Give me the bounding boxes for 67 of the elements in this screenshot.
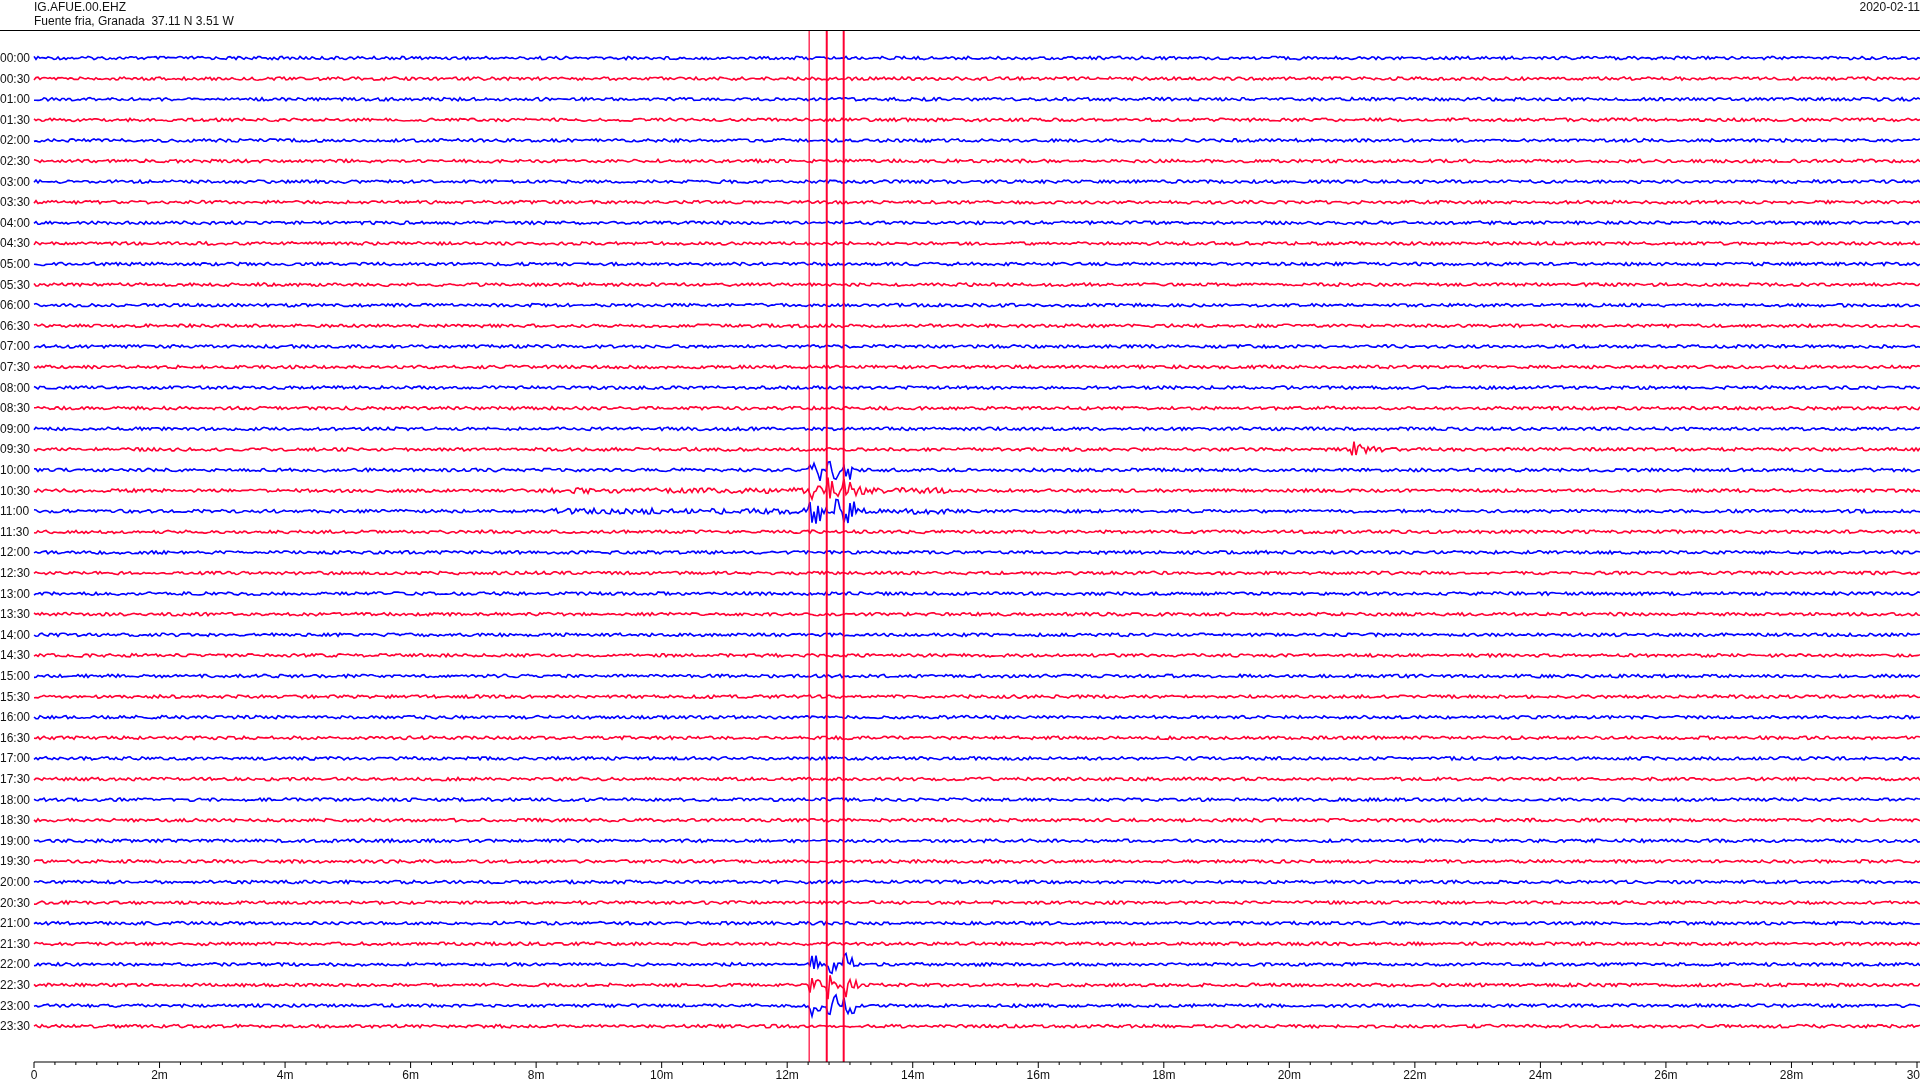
time-label: 22:30 <box>0 978 31 992</box>
time-label: 16:30 <box>0 730 31 745</box>
time-label: 18:30 <box>0 813 31 828</box>
time-label: 00:30 <box>0 71 31 86</box>
time-label: 04:00 <box>0 215 31 230</box>
station-code: IG.AFUE.00.EHZ <box>34 0 127 14</box>
time-label: 20:00 <box>0 875 31 889</box>
time-label: 17:00 <box>0 751 31 766</box>
axis-tick-label: 28m <box>1779 1068 1804 1079</box>
time-label: 19:30 <box>0 854 31 869</box>
time-label: 23:00 <box>0 998 31 1013</box>
time-label: 10:00 <box>0 463 31 477</box>
axis-tick-label: 0 <box>30 1068 38 1079</box>
axis-tick-label: 22m <box>1403 1068 1427 1079</box>
time-label: 19:00 <box>0 833 31 848</box>
time-label: 09:30 <box>0 442 31 457</box>
axis-tick-label: 8m <box>527 1068 545 1079</box>
axis-tick-label: 16m <box>1026 1068 1050 1079</box>
time-label: 15:30 <box>0 689 31 704</box>
axis-tick-label: 6m <box>402 1068 419 1079</box>
time-label: 23:30 <box>0 1019 31 1034</box>
time-label: 17:30 <box>0 772 31 786</box>
time-label: 04:30 <box>0 236 31 251</box>
time-label: 10:30 <box>0 483 31 498</box>
time-label: 05:00 <box>0 257 31 271</box>
axis-tick-label: 30 <box>1906 1068 1920 1079</box>
axis-tick-label: 14m <box>901 1068 925 1079</box>
time-label: 11:30 <box>0 524 30 539</box>
time-label: 07:30 <box>0 360 31 374</box>
time-label: 12:00 <box>0 545 31 560</box>
time-label: 13:30 <box>0 607 31 622</box>
time-label: 18:00 <box>0 792 31 807</box>
time-label: 21:00 <box>0 916 31 931</box>
time-label: 01:30 <box>0 112 31 127</box>
time-label: 07:00 <box>0 339 31 354</box>
time-label: 08:30 <box>0 401 31 416</box>
time-label: 03:00 <box>0 174 31 189</box>
time-label: 13:00 <box>0 586 31 601</box>
axis-tick-label: 24m <box>1528 1068 1553 1079</box>
time-label: 11:00 <box>0 504 30 519</box>
axis-tick-label: 20m <box>1277 1068 1301 1079</box>
time-label: 01:00 <box>0 92 31 107</box>
axis-tick-label: 4m <box>276 1068 294 1079</box>
time-label: 00:00 <box>0 51 31 65</box>
time-label: 20:30 <box>0 895 31 910</box>
axis-tick-label: 26m <box>1654 1068 1678 1079</box>
time-label: 05:30 <box>0 277 31 292</box>
axis-tick-label: 12m <box>775 1068 799 1079</box>
time-label: 03:30 <box>0 195 31 210</box>
time-label: 15:00 <box>0 669 31 683</box>
axis-tick-label: 10m <box>650 1068 674 1079</box>
time-label: 14:30 <box>0 648 31 663</box>
station-location: Fuente fria, Granada 37.11 N 3.51 W <box>34 14 234 28</box>
time-label: 09:00 <box>0 421 31 436</box>
axis-tick-label: 18m <box>1152 1068 1176 1079</box>
time-label: 21:30 <box>0 936 31 951</box>
time-label: 02:30 <box>0 154 31 168</box>
time-label: 06:00 <box>0 298 31 313</box>
time-label: 06:30 <box>0 318 31 333</box>
axis-tick-label: 2m <box>151 1068 168 1079</box>
plot-date: 2020-02-11 <box>1859 0 1920 14</box>
time-label: 16:00 <box>0 710 31 725</box>
time-label: 14:00 <box>0 627 31 642</box>
time-label: 22:00 <box>0 957 31 972</box>
time-label: 12:30 <box>0 566 31 580</box>
time-label: 08:00 <box>0 380 31 395</box>
time-label: 02:00 <box>0 133 31 148</box>
